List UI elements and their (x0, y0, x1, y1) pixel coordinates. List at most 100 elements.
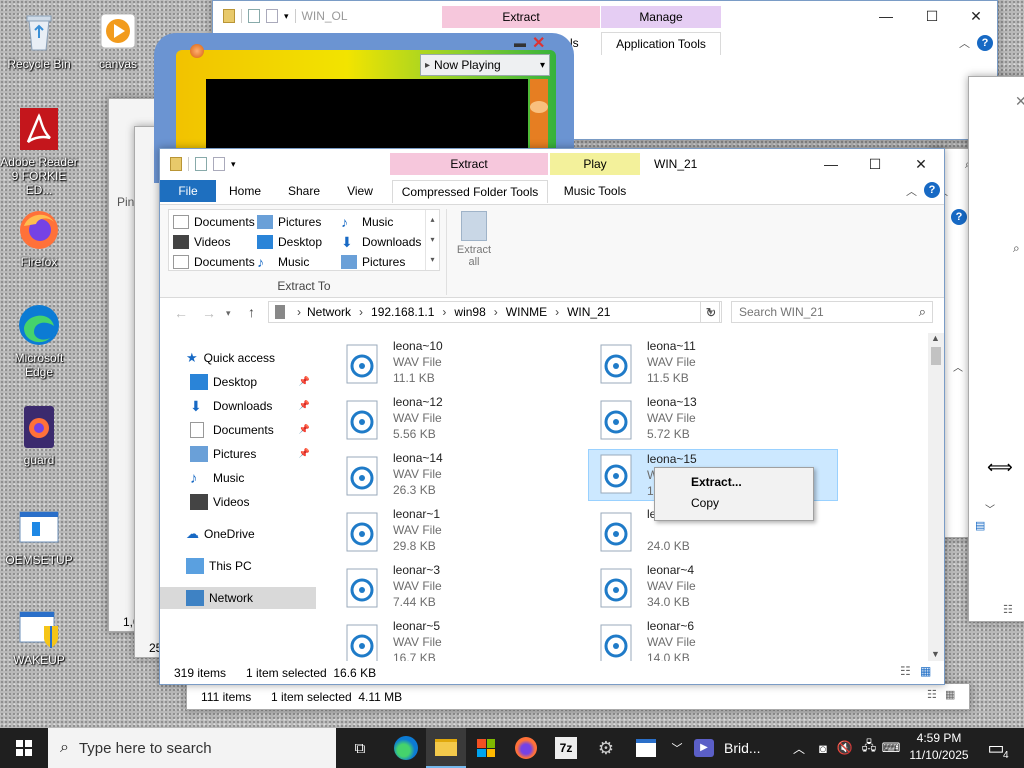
extract-to-music-2[interactable]: ♪ Music (341, 213, 393, 231)
search-input[interactable] (739, 305, 907, 319)
tab-home[interactable]: Home (220, 180, 270, 202)
minimize-button[interactable]: ▬ (514, 36, 526, 50)
scroll-down-arrow[interactable]: ﹀ (985, 501, 995, 516)
up-button[interactable]: ↑ (248, 304, 255, 320)
desktop-icon-recycle-bin[interactable]: Recycle Bin (0, 8, 78, 71)
gallery-scroll[interactable]: ▴ ▾ ▾ (425, 210, 439, 270)
clock[interactable]: 4:59 PM 11/10/2025 (904, 730, 974, 764)
close-icon[interactable]: ✕ (532, 33, 545, 53)
extract-to-videos[interactable]: Videos (173, 233, 230, 251)
taskbar-search-box[interactable]: ⌕ Type here to search (48, 728, 336, 768)
details-view-icon[interactable]: ☷ (927, 688, 937, 701)
extract-to-documents-2[interactable]: Documents (173, 253, 255, 271)
file-item[interactable]: leonar~6 WAV File 14.0 KB (594, 615, 834, 661)
show-hidden-icons[interactable]: ︿ (788, 728, 810, 768)
nav-this-pc[interactable]: This PC (160, 555, 316, 577)
breadcrumb-network[interactable]: Network (307, 305, 351, 319)
taskbar-running-app[interactable]: ▶ Brid... (694, 728, 782, 768)
tray-camera[interactable]: ◙ (812, 728, 834, 768)
taskbar-overflow[interactable]: ﹀ (666, 728, 688, 768)
minimize-button[interactable]: — (863, 1, 909, 31)
scroll-thumb[interactable] (931, 347, 941, 365)
close-button[interactable]: ✕ (953, 1, 999, 31)
desktop-icon-oemsetup[interactable]: OEMSETUP (0, 504, 78, 567)
chevron-up-icon[interactable]: ︿ (959, 35, 970, 51)
tab-share[interactable]: Share (278, 180, 330, 202)
taskbar-edge[interactable] (386, 728, 426, 768)
extract-to-gallery[interactable]: Documents Videos Documents Pictures Desk… (168, 209, 440, 271)
maximize-button[interactable]: ☐ (909, 1, 955, 31)
breadcrumb-host[interactable]: 192.168.1.1 (371, 305, 434, 319)
desktop-icon-edge[interactable]: Microsoft Edge (0, 302, 78, 379)
desktop-icon-canvas[interactable]: canvas (79, 8, 157, 71)
extract-all-button[interactable]: Extract all (452, 209, 496, 273)
back-button[interactable]: ← (174, 305, 188, 321)
start-button[interactable] (0, 728, 48, 768)
extract-to-music[interactable]: ♪ Music (257, 253, 309, 271)
extract-to-documents[interactable]: Documents (173, 213, 255, 231)
file-item[interactable]: leona~14 WAV File 26.3 KB (340, 447, 580, 501)
extract-to-pictures-2[interactable]: Pictures (341, 253, 405, 271)
scroll-up-arrow[interactable]: ▲ (931, 333, 940, 343)
breadcrumb-win98[interactable]: win98 (454, 305, 485, 319)
nav-videos[interactable]: Videos (160, 491, 316, 513)
file-item[interactable]: leona~13 WAV File 5.72 KB (594, 391, 834, 445)
background-window-far-right[interactable]: ✕ ⌕ ⟺ ﹀ ▤ ☷ (968, 76, 1024, 622)
desktop-icon-guard[interactable]: guard (0, 404, 78, 467)
context-menu-copy[interactable]: Copy (657, 492, 811, 514)
file-item[interactable]: leonar~1 WAV File 29.8 KB (340, 503, 580, 557)
nav-documents[interactable]: Documents 📌 (160, 419, 316, 441)
nav-desktop[interactable]: Desktop 📌 (160, 371, 316, 393)
desktop-icon-firefox[interactable]: Firefox (0, 206, 78, 269)
tab-application-tools[interactable]: Application Tools (601, 32, 721, 55)
taskbar-store[interactable] (466, 728, 506, 768)
large-icons-view-icon[interactable]: ▦ (945, 688, 955, 701)
extract-to-pictures[interactable]: Pictures (257, 213, 321, 231)
file-item[interactable]: leonar~5 WAV File 16.7 KB (340, 615, 580, 661)
close-icon[interactable]: ✕ (1015, 93, 1024, 110)
background-window-bottom[interactable]: 111 items 1 item selected 4.11 MB ☷ ▦ (186, 684, 970, 710)
vertical-scrollbar[interactable]: ▲ ▼ (928, 333, 944, 661)
file-item[interactable]: leona~11 WAV File 11.5 KB (594, 335, 834, 389)
context-menu-extract[interactable]: Extract... (657, 470, 811, 492)
breadcrumb-winme[interactable]: WINME (506, 305, 547, 319)
tray-network[interactable]: 🖧 (858, 728, 880, 768)
taskbar-7zip[interactable]: 7z (546, 728, 586, 768)
maximize-button[interactable]: ☐ (852, 149, 898, 179)
scroll-down-arrow[interactable]: ▼ (931, 649, 940, 659)
taskbar-file-explorer[interactable] (426, 728, 466, 768)
new-folder-icon[interactable] (213, 157, 225, 171)
forward-button[interactable]: → (202, 305, 216, 321)
tab-music-tools[interactable]: Music Tools (550, 180, 640, 202)
tab-view[interactable]: View (336, 180, 384, 202)
tray-volume[interactable]: 🔇 (834, 728, 856, 768)
action-center-button[interactable]: ▭ 4 (976, 728, 1016, 768)
breadcrumb-win21[interactable]: WIN_21 (567, 305, 610, 319)
taskbar-firefox[interactable] (506, 728, 546, 768)
task-view-button[interactable]: ⧉ (340, 728, 380, 768)
nav-onedrive[interactable]: ☁ OneDrive (160, 523, 316, 545)
taskbar-settings-app[interactable]: ⚙ (586, 728, 626, 768)
minimize-button[interactable]: — (808, 149, 854, 179)
nav-downloads[interactable]: ⬇ Downloads 📌 (160, 395, 316, 417)
nav-pictures[interactable]: Pictures 📌 (160, 443, 316, 465)
extract-to-desktop[interactable]: Desktop (257, 233, 322, 251)
view-toggle-icon[interactable]: ☷ (1003, 603, 1013, 616)
tab-file[interactable]: File (160, 180, 216, 202)
details-view-icon[interactable]: ☷ (900, 664, 911, 678)
scroll-up-arrow[interactable]: ︿ (953, 359, 963, 374)
chevron-down-icon[interactable]: ▾ (231, 159, 236, 170)
desktop-icon-wakeup[interactable]: WAKEUP (0, 604, 78, 667)
file-item[interactable]: leonar~4 WAV File 34.0 KB (594, 559, 834, 613)
help-icon[interactable]: ? (951, 209, 967, 225)
nav-quick-access[interactable]: ★ Quick access (160, 347, 316, 369)
refresh-button[interactable]: ↻ (700, 301, 722, 323)
explorer-window-win-21[interactable]: ▾ Extract Play WIN_21 — ☐ ✕ File Home Sh… (159, 148, 945, 685)
large-icons-view-icon[interactable]: ▦ (920, 664, 931, 678)
file-item[interactable]: leonar~3 WAV File 7.44 KB (340, 559, 580, 613)
nav-network[interactable]: Network (160, 587, 316, 609)
address-bar[interactable]: › Network › 192.168.1.1 › win98 › WINME … (268, 301, 720, 323)
collapse-ribbon-icon[interactable]: ︿ (906, 183, 917, 199)
tab-compressed-folder-tools[interactable]: Compressed Folder Tools (392, 180, 548, 203)
help-icon[interactable]: ? (924, 182, 940, 198)
